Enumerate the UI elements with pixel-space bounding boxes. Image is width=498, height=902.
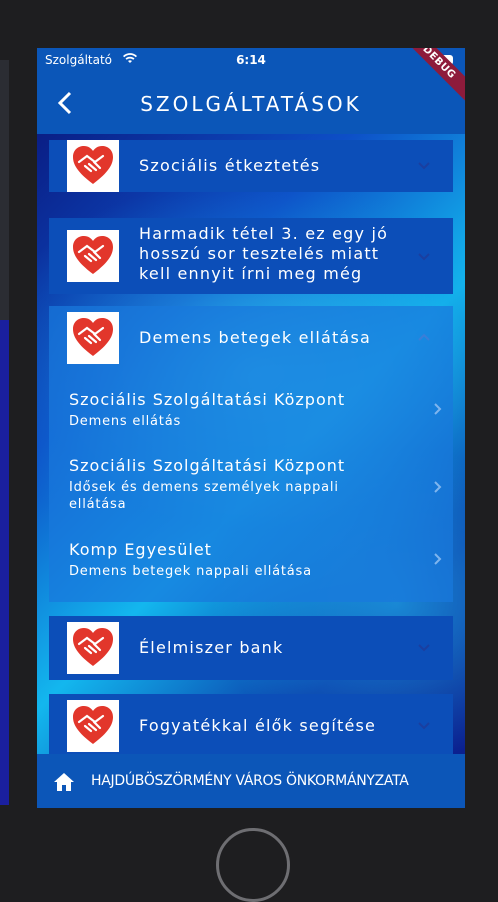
phone-screen: Szolgáltató 6:14 DEBUG SZOLGÁLTATÁSOK Sz… — [37, 48, 465, 808]
provider-item[interactable]: Szociális Szolgáltatási Központ Demens e… — [69, 390, 442, 430]
service-card-title: Demens betegek ellátása — [139, 328, 371, 347]
home-icon[interactable] — [53, 772, 75, 792]
service-card-szocialis-etkeztetes[interactable]: Szociális étkeztetés — [49, 140, 453, 192]
service-card-title: Fogyatékkal élők segítése — [139, 716, 377, 735]
provider-desc: Demens betegek nappali ellátása — [69, 564, 312, 579]
footer-title: HAJDÚBÖSZÖRMÉNY VÁROS ÖNKORMÁNYZATA — [91, 773, 409, 789]
chevron-down-icon — [418, 162, 430, 170]
service-card-title: Harmadik tétel 3. ez egy jó hosszú sor t… — [139, 224, 389, 283]
chevron-right-icon — [434, 403, 442, 415]
service-card-harmadik-tetel[interactable]: Harmadik tétel 3. ez egy jó hosszú sor t… — [49, 218, 453, 294]
chevron-down-icon — [418, 644, 430, 652]
provider-name: Szociális Szolgáltatási Központ — [69, 456, 346, 475]
app-bar: SZOLGÁLTATÁSOK — [37, 78, 465, 132]
service-card-fogyatekkal-elok[interactable]: Fogyatékkal élők segítése — [49, 694, 453, 754]
chevron-down-icon — [418, 722, 430, 730]
provider-item[interactable]: Komp Egyesület Demens betegek nappali el… — [69, 540, 442, 580]
heart-handshake-icon — [67, 312, 119, 364]
service-card-elelmiszer-bank[interactable]: Élelmiszer bank — [49, 616, 453, 680]
status-time: 6:14 — [236, 53, 266, 67]
heart-handshake-icon — [67, 700, 119, 752]
background-window-edge — [0, 60, 9, 805]
heart-handshake-icon — [67, 140, 119, 192]
heart-handshake-icon — [67, 622, 119, 674]
provider-desc: Idősek és demens személyek nappali ellát… — [69, 480, 339, 512]
chevron-right-icon — [434, 481, 442, 493]
chevron-up-icon — [418, 333, 430, 341]
provider-item[interactable]: Szociális Szolgáltatási Központ Idősek é… — [69, 456, 442, 513]
footer-bar[interactable]: HAJDÚBÖSZÖRMÉNY VÁROS ÖNKORMÁNYZATA — [37, 754, 465, 808]
chevron-right-icon — [434, 553, 442, 565]
provider-desc: Demens ellátás — [69, 414, 182, 429]
status-bar: Szolgáltató 6:14 — [37, 48, 465, 72]
service-card-title: Élelmiszer bank — [139, 638, 284, 657]
service-list[interactable]: Szociális étkeztetés Harmadik tétel 3. e… — [37, 134, 465, 754]
heart-handshake-icon — [67, 230, 119, 282]
provider-name: Komp Egyesület — [69, 540, 212, 559]
chevron-down-icon — [418, 253, 430, 261]
provider-name: Szociális Szolgáltatási Központ — [69, 390, 346, 409]
service-card-demens-betegek[interactable]: Demens betegek ellátása Szociális Szolgá… — [49, 306, 453, 602]
service-card-title: Szociális étkeztetés — [139, 156, 321, 175]
device-home-button[interactable] — [216, 828, 290, 902]
page-title: SZOLGÁLTATÁSOK — [140, 92, 362, 116]
